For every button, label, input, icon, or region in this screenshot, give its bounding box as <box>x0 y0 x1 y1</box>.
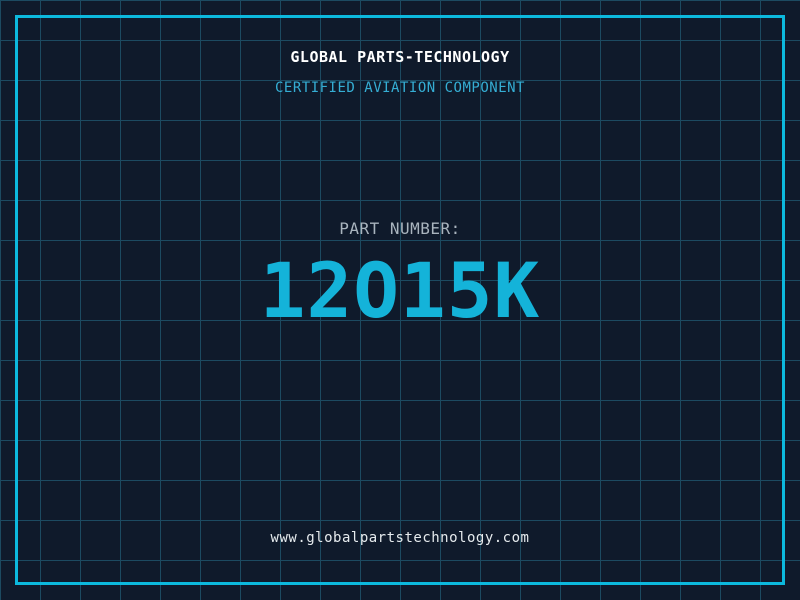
blueprint-page: GLOBAL PARTS-TECHNOLOGY CERTIFIED AVIATI… <box>0 0 800 600</box>
part-number-label: PART NUMBER: <box>339 219 461 238</box>
part-number-value: 12O15K <box>259 246 541 335</box>
certification-subtitle: CERTIFIED AVIATION COMPONENT <box>274 80 525 96</box>
website-url: www.globalpartstechnology.com <box>270 530 530 546</box>
company-title: GLOBAL PARTS-TECHNOLOGY <box>290 48 510 66</box>
